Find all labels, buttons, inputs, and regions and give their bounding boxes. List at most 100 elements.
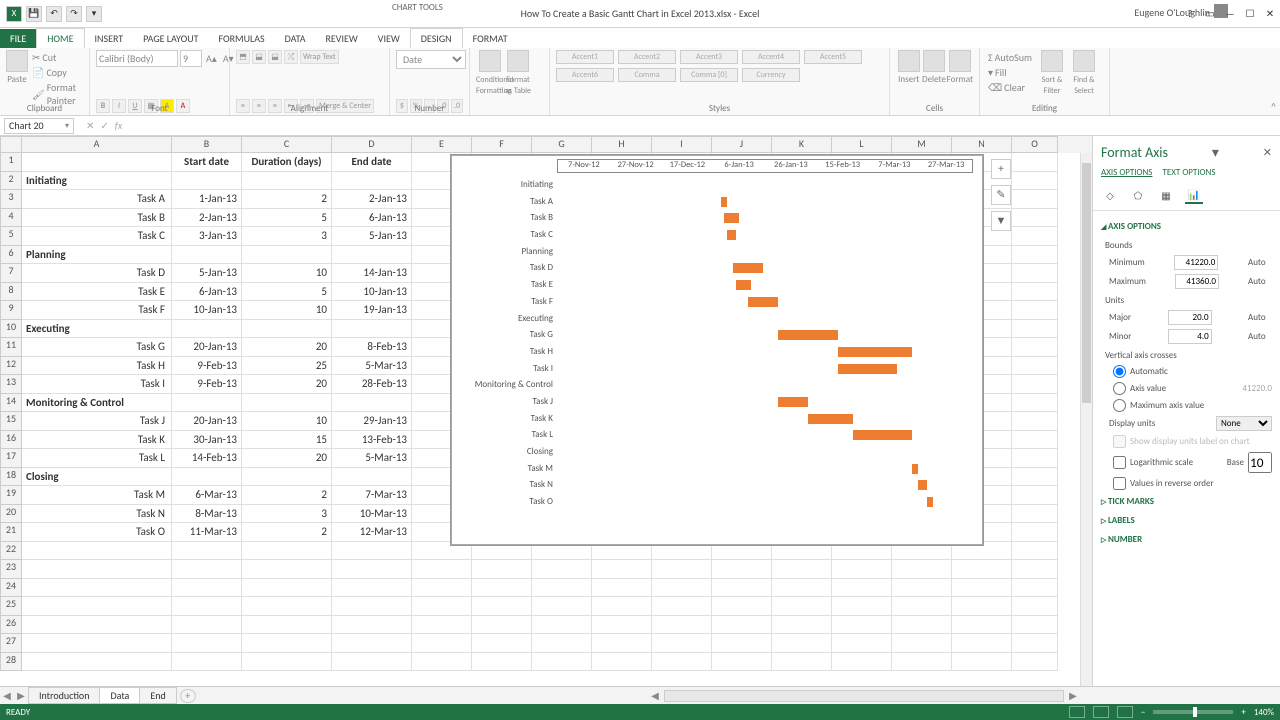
cell-A18[interactable]: Closing — [22, 468, 172, 487]
cell-O18[interactable] — [1012, 468, 1058, 487]
crosses-axis-value-radio[interactable] — [1113, 382, 1126, 395]
cell-A27[interactable] — [22, 634, 172, 653]
row-header-15[interactable]: 15 — [0, 412, 22, 431]
cell-C14[interactable] — [242, 394, 332, 413]
cell-F24[interactable] — [472, 579, 532, 598]
cell-D16[interactable]: 13-Feb-13 — [332, 431, 412, 450]
cell-D3[interactable]: 2-Jan-13 — [332, 190, 412, 209]
crosses-max-radio[interactable] — [1113, 399, 1126, 412]
cell-C12[interactable]: 25 — [242, 357, 332, 376]
cell-J23[interactable] — [712, 560, 772, 579]
cell-O4[interactable] — [1012, 209, 1058, 228]
cell-B2[interactable] — [172, 172, 242, 191]
cell-C13[interactable]: 20 — [242, 375, 332, 394]
pane-dropdown-icon[interactable]: ▾ — [1212, 144, 1219, 161]
paste-button[interactable]: Paste — [6, 50, 28, 108]
bounds-max-input[interactable] — [1175, 274, 1219, 289]
cell-C9[interactable]: 10 — [242, 301, 332, 320]
cell-M26[interactable] — [892, 616, 952, 635]
cell-N25[interactable] — [952, 597, 1012, 616]
cell-C28[interactable] — [242, 653, 332, 672]
cell-O24[interactable] — [1012, 579, 1058, 598]
add-sheet-icon[interactable]: + — [180, 689, 196, 703]
cell-A28[interactable] — [22, 653, 172, 672]
row-header-20[interactable]: 20 — [0, 505, 22, 524]
cell-C16[interactable]: 15 — [242, 431, 332, 450]
tab-view[interactable]: VIEW — [368, 29, 410, 48]
cell-C5[interactable]: 3 — [242, 227, 332, 246]
zoom-in-icon[interactable]: + — [1241, 707, 1245, 718]
style-Accent1[interactable]: Accent1 — [556, 50, 614, 64]
formula-input[interactable] — [128, 118, 1274, 134]
insert-cells-button[interactable]: Insert — [896, 50, 921, 85]
bar-Task F[interactable] — [748, 297, 778, 307]
cell-F23[interactable] — [472, 560, 532, 579]
cell-A15[interactable]: Task J — [22, 412, 172, 431]
section-number[interactable]: NUMBER — [1101, 530, 1272, 549]
cell-B16[interactable]: 30-Jan-13 — [172, 431, 242, 450]
cell-A25[interactable] — [22, 597, 172, 616]
sort-filter-button[interactable]: Sort & Filter — [1038, 50, 1066, 96]
cell-C19[interactable]: 2 — [242, 486, 332, 505]
undo-icon[interactable]: ↶ — [46, 6, 62, 22]
cell-A17[interactable]: Task L — [22, 449, 172, 468]
find-select-button[interactable]: Find & Select — [1070, 50, 1098, 96]
cell-H23[interactable] — [592, 560, 652, 579]
cell-D27[interactable] — [332, 634, 412, 653]
cell-O7[interactable] — [1012, 264, 1058, 283]
row-header-28[interactable]: 28 — [0, 653, 22, 672]
chart-styles-icon[interactable]: ✎ — [991, 185, 1011, 205]
cell-D18[interactable] — [332, 468, 412, 487]
cell-B27[interactable] — [172, 634, 242, 653]
cell-I28[interactable] — [652, 653, 712, 672]
bar-Task M[interactable] — [912, 464, 918, 474]
cell-A3[interactable]: Task A — [22, 190, 172, 209]
style-Accent2[interactable]: Accent2 — [618, 50, 676, 64]
cell-A24[interactable] — [22, 579, 172, 598]
zoom-slider[interactable] — [1153, 710, 1233, 714]
cell-D8[interactable]: 10-Jan-13 — [332, 283, 412, 302]
cell-G25[interactable] — [532, 597, 592, 616]
cell-B10[interactable] — [172, 320, 242, 339]
style-Accent6[interactable]: Accent6 — [556, 68, 614, 82]
row-header-5[interactable]: 5 — [0, 227, 22, 246]
cell-D4[interactable]: 6-Jan-13 — [332, 209, 412, 228]
row-header-18[interactable]: 18 — [0, 468, 22, 487]
cell-O3[interactable] — [1012, 190, 1058, 209]
cell-N24[interactable] — [952, 579, 1012, 598]
cell-A5[interactable]: Task C — [22, 227, 172, 246]
cell-M25[interactable] — [892, 597, 952, 616]
cell-E28[interactable] — [412, 653, 472, 672]
redo-icon[interactable]: ↷ — [66, 6, 82, 22]
row-header-26[interactable]: 26 — [0, 616, 22, 635]
cell-O27[interactable] — [1012, 634, 1058, 653]
chart-filter-icon[interactable]: ▼ — [991, 211, 1011, 231]
row-header-19[interactable]: 19 — [0, 486, 22, 505]
cell-O9[interactable] — [1012, 301, 1058, 320]
cell-D26[interactable] — [332, 616, 412, 635]
copy-button[interactable]: 📄 Copy — [30, 65, 83, 80]
embedded-chart[interactable]: 7-Nov-1227-Nov-1217-Dec-126-Jan-1326-Jan… — [450, 154, 984, 546]
cell-K23[interactable] — [772, 560, 832, 579]
cell-K28[interactable] — [772, 653, 832, 672]
crosses-automatic-radio[interactable] — [1113, 365, 1126, 378]
cell-C17[interactable]: 20 — [242, 449, 332, 468]
cell-C15[interactable]: 10 — [242, 412, 332, 431]
font-name-input[interactable] — [96, 50, 178, 67]
wrap-text-button[interactable]: Wrap Text — [300, 50, 339, 64]
orientation-icon[interactable]: ⤮ — [284, 50, 298, 64]
cell-B26[interactable] — [172, 616, 242, 635]
display-units-select[interactable]: None — [1216, 416, 1272, 431]
cell-A2[interactable]: Initiating — [22, 172, 172, 191]
cell-O22[interactable] — [1012, 542, 1058, 561]
cell-C18[interactable] — [242, 468, 332, 487]
units-major-input[interactable] — [1168, 310, 1212, 325]
maximize-icon[interactable]: ☐ — [1240, 4, 1260, 24]
cell-E25[interactable] — [412, 597, 472, 616]
cell-B11[interactable]: 20-Jan-13 — [172, 338, 242, 357]
row-header-11[interactable]: 11 — [0, 338, 22, 357]
cell-I26[interactable] — [652, 616, 712, 635]
cell-A21[interactable]: Task O — [22, 523, 172, 542]
increase-font-icon[interactable]: A▴ — [204, 50, 219, 67]
cell-C27[interactable] — [242, 634, 332, 653]
